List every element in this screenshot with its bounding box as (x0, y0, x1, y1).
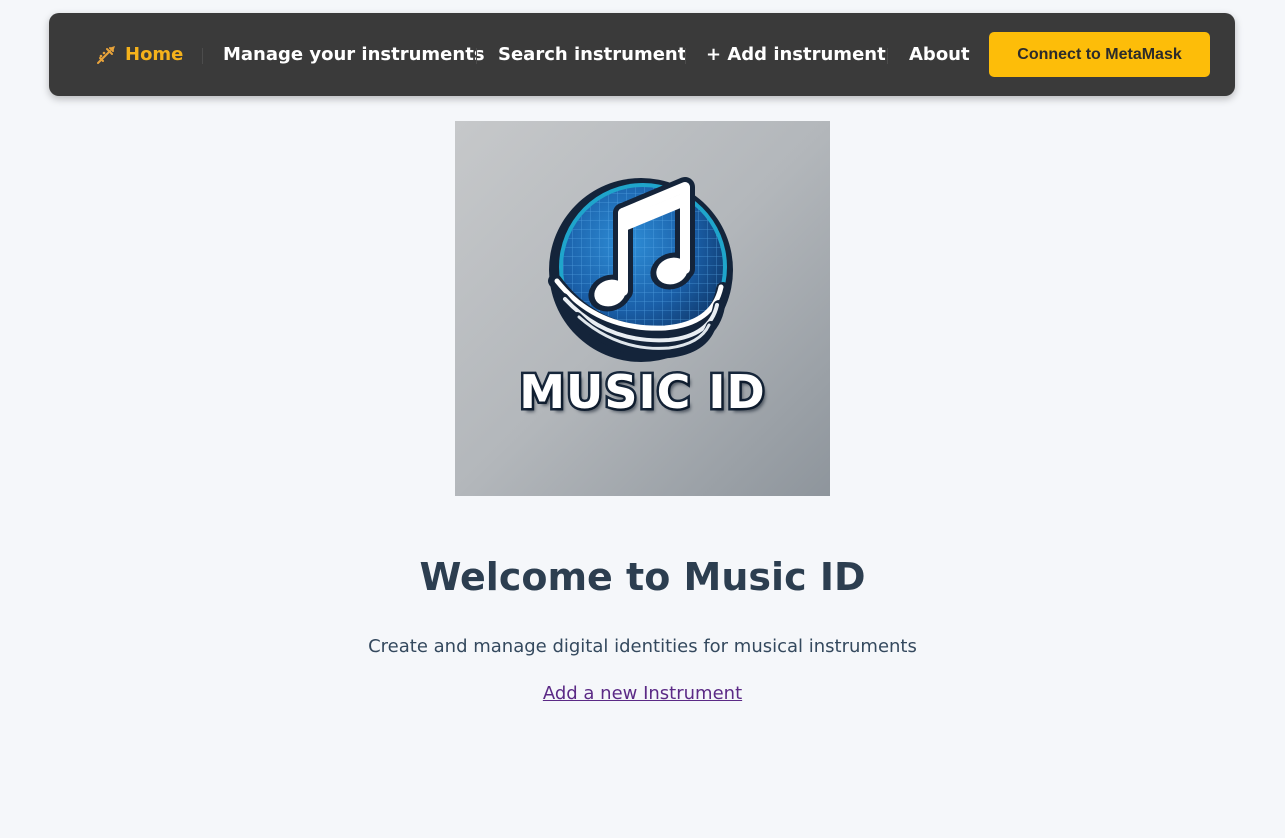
music-id-logo: MUSIC ID (455, 121, 830, 496)
nav-separator (202, 48, 203, 64)
nav-separator (887, 48, 888, 64)
nav-home[interactable]: Home (95, 13, 183, 96)
nav-about[interactable]: About (909, 13, 970, 96)
page-subtitle: Create and manage digital identities for… (368, 636, 917, 657)
nav-search-instrument[interactable]: Search instrument (498, 13, 686, 96)
nav-manage-instruments[interactable]: Manage your instruments (223, 13, 485, 96)
nav-separator (476, 48, 477, 64)
navbar: Home Manage your instruments Search inst… (49, 13, 1235, 96)
music-note-icon (455, 121, 830, 496)
trumpet-icon (95, 44, 117, 66)
nav-add-instrument[interactable]: + Add instrument (706, 13, 886, 96)
add-instrument-link-container: Add a new Instrument (0, 683, 1285, 704)
page: Home Manage your instruments Search inst… (0, 0, 1285, 838)
nav-home-label: Home (125, 44, 184, 65)
logo-text: MUSIC ID (517, 363, 767, 422)
add-new-instrument-link[interactable]: Add a new Instrument (543, 683, 742, 704)
page-title: Welcome to Music ID (419, 555, 866, 599)
connect-metamask-button[interactable]: Connect to MetaMask (989, 32, 1210, 77)
nav-separator (685, 48, 686, 64)
